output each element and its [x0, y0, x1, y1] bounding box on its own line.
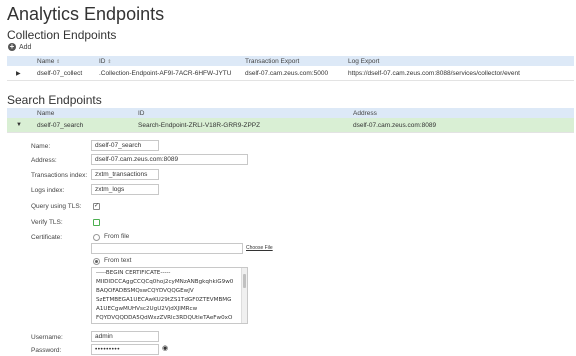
transactions-index-label: Transactions index:: [31, 172, 88, 179]
show-password-eye-icon[interactable]: ◉: [162, 344, 168, 352]
cell-log-export: https://dself-07.cam.zeus.com:8088/servi…: [348, 70, 520, 77]
col-header-name[interactable]: Name ⇕: [37, 58, 60, 65]
name-label: Name:: [31, 143, 51, 150]
name-input[interactable]: dself-07_search: [91, 140, 159, 151]
table-row-selected[interactable]: ▼ dself-07_search Search-Endpoint-ZRLI-V…: [7, 118, 574, 133]
logs-index-label: Logs index:: [31, 187, 65, 194]
cell-name: dself-07_collect: [37, 70, 83, 77]
from-file-radio[interactable]: [93, 234, 100, 241]
search-table-header: Name ID Address: [7, 108, 574, 118]
cell-address: dself-07.cam.zeus.com:8089: [353, 122, 437, 129]
username-label: Username:: [31, 334, 63, 341]
search-endpoints-heading: Search Endpoints: [7, 93, 102, 107]
col-header-log-export[interactable]: Log Export: [348, 58, 379, 65]
from-text-label: From text: [104, 257, 132, 264]
collection-table-header: Name ⇕ ID ⇕ Transaction Export Log Expor…: [7, 56, 574, 66]
logs-index-input[interactable]: zxtm_logs: [91, 184, 159, 195]
cert-line: BAQOFADBSMQswCQYDVQQGEwJV: [96, 288, 194, 294]
address-label: Address:: [31, 157, 57, 164]
col-header-id[interactable]: ID: [138, 110, 145, 117]
expand-caret-icon[interactable]: ▶: [16, 70, 21, 77]
address-input[interactable]: dself-07.cam.zeus.com:8089: [91, 154, 248, 165]
cert-line: SzETMBEGA1UECAwKU29tZS1TdGF0ZTEVMBMG: [96, 297, 232, 303]
cell-id: Search-Endpoint-ZRLI-V18R-GRR9-ZPPZ: [138, 122, 261, 129]
file-path-input[interactable]: [91, 243, 243, 254]
password-label: Password:: [31, 347, 62, 354]
collapse-caret-icon[interactable]: ▼: [16, 122, 22, 128]
col-header-id[interactable]: ID ⇕: [99, 58, 112, 65]
query-tls-label: Query using TLS:: [31, 203, 82, 210]
col-header-name[interactable]: Name: [37, 110, 54, 117]
sort-icon: ⇕: [56, 59, 61, 65]
password-input[interactable]: •••••••••: [91, 344, 159, 355]
cert-line: FQYDVQQDDA5QdWxzZVRlc3RDQUtleTAeFw0xO: [96, 315, 233, 321]
col-header-transaction-export[interactable]: Transaction Export: [245, 58, 299, 65]
verify-tls-label: Verify TLS:: [31, 219, 63, 226]
col-header-address[interactable]: Address: [353, 110, 377, 117]
table-row[interactable]: ▶ dself-07_collect .Collection-Endpoint-…: [7, 66, 574, 81]
username-input[interactable]: admin: [91, 331, 159, 342]
add-button[interactable]: + Add: [8, 43, 31, 51]
from-text-radio[interactable]: [93, 258, 100, 265]
cert-line: A1UECgwMUHVsc2UgU2VjdXJlMRcw: [96, 306, 198, 312]
cert-line: MIIDIDCCAggCCQCq0hoj2cyMNzANBgkqhkiG9w0: [96, 279, 234, 285]
query-tls-checkbox[interactable]: ✓: [93, 203, 100, 210]
transactions-index-input[interactable]: zxtm_transactions: [91, 169, 159, 180]
collection-endpoints-heading: Collection Endpoints: [7, 28, 117, 42]
add-label: Add: [19, 43, 32, 51]
page-title: Analytics Endpoints: [7, 4, 165, 24]
cert-line: -----BEGIN CERTIFICATE-----: [96, 270, 171, 276]
verify-tls-checkbox[interactable]: [93, 219, 100, 226]
cell-transaction-export: dself-07.cam.zeus.com:5000: [245, 70, 329, 77]
from-file-label: From file: [104, 233, 130, 240]
certificate-label: Certificate:: [31, 234, 63, 241]
cell-name: dself-07_search: [37, 122, 84, 129]
certificate-textarea[interactable]: -----BEGIN CERTIFICATE----- MIIDIDCCAggC…: [91, 267, 248, 324]
choose-file-link[interactable]: Choose File: [246, 245, 273, 251]
plus-icon: +: [8, 42, 16, 51]
cell-id: .Collection-Endpoint-AF9I-7ACR-6HFW-JYTU: [99, 70, 232, 77]
textarea-scrollbar[interactable]: [241, 268, 247, 323]
sort-icon: ⇕: [107, 59, 112, 65]
